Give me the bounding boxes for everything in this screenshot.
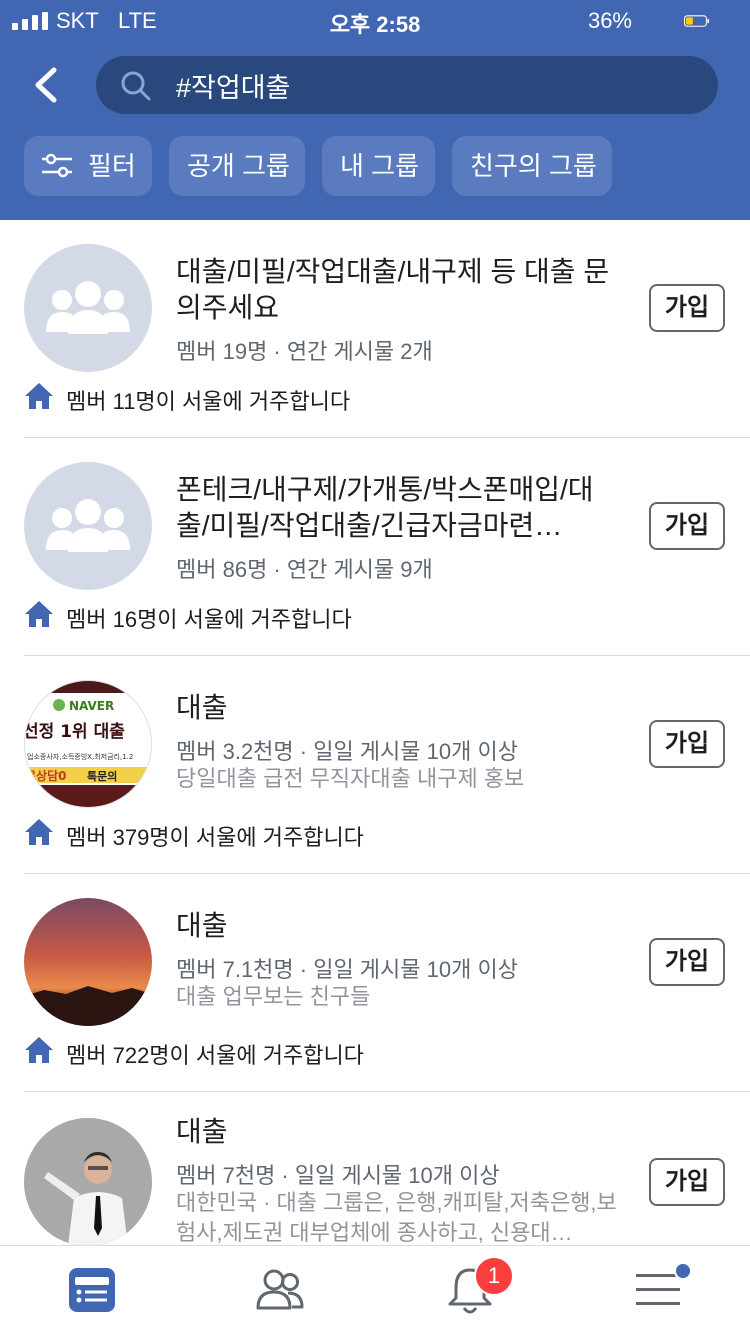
group-meta: 멤버 7천명 · 일일 게시물 10개 이상 bbox=[176, 1163, 500, 1188]
group-item[interactable]: 대출 멤버 7천명 · 일일 게시물 10개 이상 대한민국 · 대출 그룹은,… bbox=[0, 1092, 750, 1245]
public-groups-chip[interactable]: 공개 그룹 bbox=[169, 136, 305, 196]
bottom-tab-bar bbox=[0, 1245, 750, 1335]
group-title[interactable]: 대출 bbox=[176, 908, 626, 944]
group-item[interactable]: 폰테크/내구제/가개통/박스폰매입/대출/미필/작업대출/긴급자금마련… 멤버 … bbox=[0, 438, 750, 656]
resident-text: 멤버 16명이 서울에 거주합니다 bbox=[66, 607, 352, 632]
group-avatar: NAVER 선정 1위 대출 업소종사자,소득증빙X,최저금리,1.2 료상담0… bbox=[24, 680, 152, 808]
sunset-photo bbox=[24, 898, 152, 1026]
group-people-icon bbox=[46, 499, 130, 552]
home-icon bbox=[25, 601, 53, 627]
resident-text: 멤버 11명이 서울에 거주합니다 bbox=[66, 389, 351, 414]
group-title[interactable]: 대출/미필/작업대출/내구제 등 대출 문의주세요 bbox=[176, 254, 626, 326]
home-icon bbox=[25, 819, 53, 845]
group-people-icon bbox=[46, 281, 130, 334]
svg-text:톡문의: 톡문의 bbox=[87, 769, 117, 783]
group-item[interactable]: 대출 멤버 7.1천명 · 일일 게시물 10개 이상 대출 업무보는 친구들 … bbox=[0, 874, 750, 1092]
naver-ad-image: NAVER 선정 1위 대출 업소종사자,소득증빙X,최저금리,1.2 료상담0… bbox=[25, 681, 151, 807]
filter-chip-label: 필터 bbox=[88, 151, 136, 181]
resident-text: 멤버 722명이 서울에 거주합니다 bbox=[66, 1043, 364, 1068]
news-feed-icon[interactable] bbox=[62, 1262, 122, 1318]
group-meta: 멤버 19명 · 연간 게시물 2개 bbox=[176, 339, 433, 364]
group-meta: 멤버 3.2천명 · 일일 게시물 10개 이상 bbox=[176, 739, 518, 764]
menu-notification-dot bbox=[674, 1262, 692, 1280]
group-description: 대출 업무보는 친구들 bbox=[176, 984, 371, 1009]
group-item[interactable]: 대출/미필/작업대출/내구제 등 대출 문의주세요 멤버 19명 · 연간 게시… bbox=[0, 220, 750, 438]
friends-icon[interactable] bbox=[250, 1262, 310, 1318]
svg-text:료상담0: 료상담0 bbox=[25, 768, 66, 783]
svg-text:선정 1위 대출: 선정 1위 대출 bbox=[25, 722, 125, 742]
group-avatar bbox=[24, 898, 152, 1026]
svg-text:NAVER: NAVER bbox=[69, 699, 114, 713]
friends-groups-chip[interactable]: 친구의 그룹 bbox=[452, 136, 612, 196]
status-bar: SKT LTE 오후 2:58 36% bbox=[0, 0, 750, 40]
resident-text: 멤버 379명이 서울에 거주합니다 bbox=[66, 825, 364, 850]
join-button[interactable]: 가입 bbox=[649, 938, 725, 986]
search-bar[interactable] bbox=[96, 56, 718, 114]
group-meta: 멤버 86명 · 연간 게시물 9개 bbox=[176, 557, 433, 582]
my-groups-chip[interactable]: 내 그룹 bbox=[322, 136, 435, 196]
group-description: 당일대출 급전 무직자대출 내구제 홍보 bbox=[176, 766, 525, 791]
search-icon bbox=[121, 71, 151, 101]
clock: 오후 2:58 bbox=[329, 12, 421, 37]
header: SKT LTE 오후 2:58 36% 필터 공개 그룹 내 그룹 친구의 그룹 bbox=[0, 0, 750, 220]
join-button[interactable]: 가입 bbox=[649, 720, 725, 768]
svg-text:업소종사자,소득증빙X,최저금리,1.2: 업소종사자,소득증빙X,최저금리,1.2 bbox=[27, 752, 133, 761]
group-avatar bbox=[24, 1118, 152, 1245]
join-button[interactable]: 가입 bbox=[649, 1158, 725, 1206]
group-avatar bbox=[24, 244, 152, 372]
battery-percent: 36% bbox=[587, 8, 632, 33]
businessman-photo bbox=[24, 1118, 152, 1245]
battery-icon bbox=[684, 15, 709, 27]
home-icon bbox=[25, 383, 53, 409]
group-meta: 멤버 7.1천명 · 일일 게시물 10개 이상 bbox=[176, 957, 518, 982]
filter-chip[interactable]: 필터 bbox=[24, 136, 152, 196]
group-title[interactable]: 대출 bbox=[176, 690, 626, 726]
group-title[interactable]: 대출 bbox=[176, 1114, 626, 1150]
group-item[interactable]: NAVER 선정 1위 대출 업소종사자,소득증빙X,최저금리,1.2 료상담0… bbox=[0, 656, 750, 874]
search-input[interactable] bbox=[176, 66, 696, 104]
join-button[interactable]: 가입 bbox=[649, 284, 725, 332]
group-description: 대한민국 · 대출 그룹은, 은행,캐피탈,저축은행,보험사,제도권 대부업체에… bbox=[176, 1190, 617, 1245]
filter-sliders-icon bbox=[42, 153, 72, 178]
join-button[interactable]: 가입 bbox=[649, 502, 725, 550]
back-arrow-icon[interactable] bbox=[30, 66, 64, 104]
home-icon bbox=[25, 1037, 53, 1063]
group-title[interactable]: 폰테크/내구제/가개통/박스폰매입/대출/미필/작업대출/긴급자금마련… bbox=[176, 472, 626, 544]
group-avatar bbox=[24, 462, 152, 590]
notification-badge: 1 bbox=[474, 1256, 514, 1296]
